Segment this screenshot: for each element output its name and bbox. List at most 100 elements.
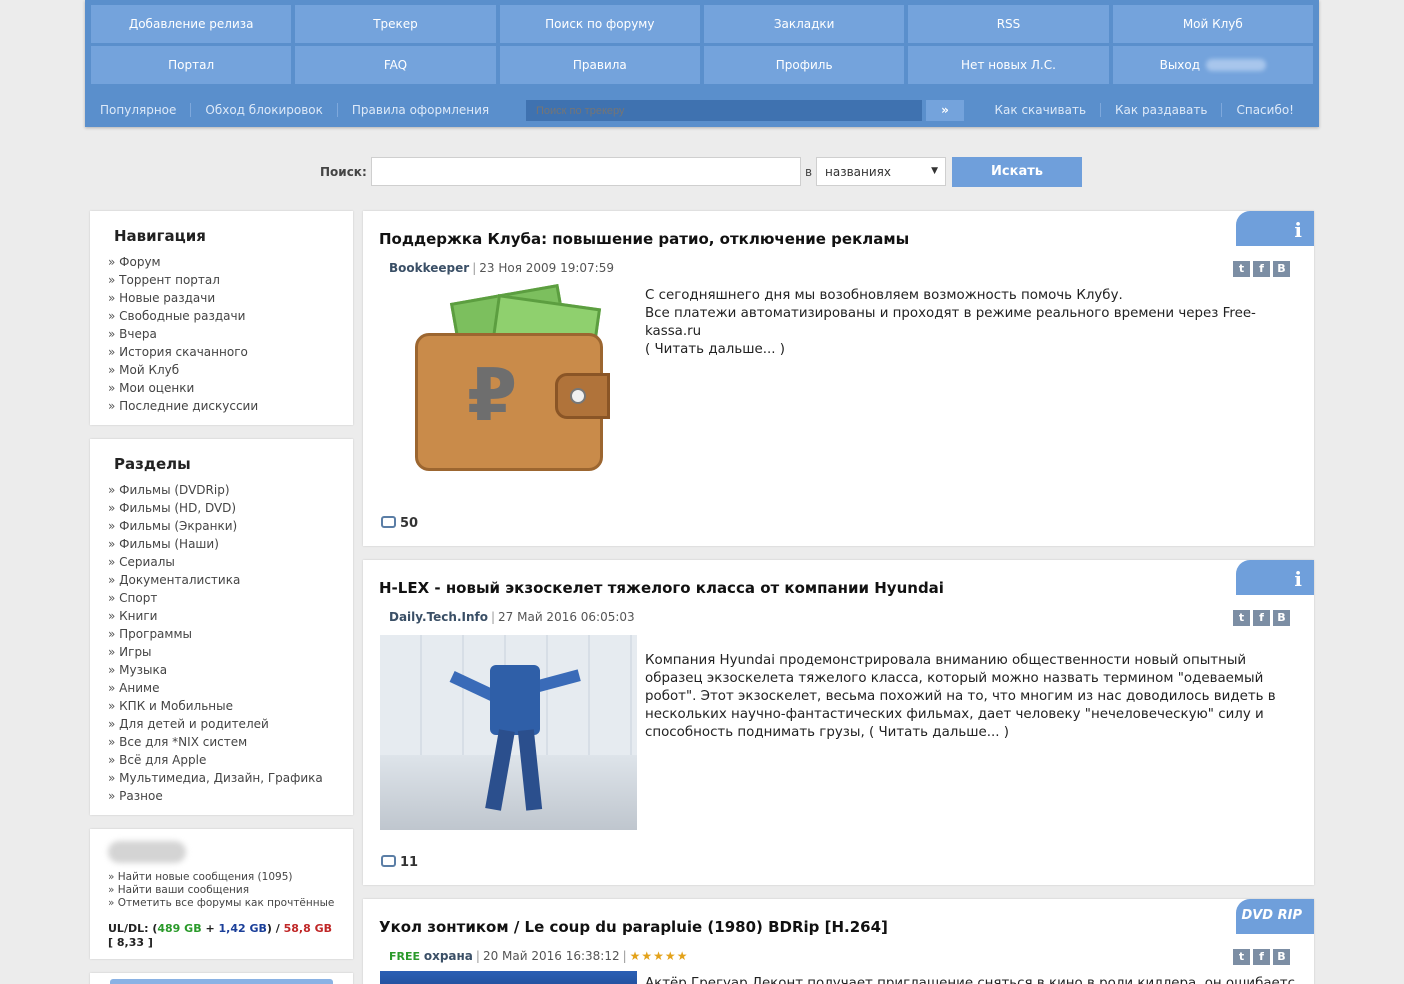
post-author[interactable]: охрана <box>424 949 473 963</box>
section-item[interactable]: КПК и Мобильные <box>108 697 353 715</box>
download-value: 58,8 GB <box>283 922 332 935</box>
username-blurred <box>108 841 186 863</box>
post-title[interactable]: Укол зонтиком / Le coup du parapluie (19… <box>379 918 888 936</box>
section-item[interactable]: Фильмы (DVDRip) <box>108 481 353 499</box>
bonus-value: 1,42 GB <box>218 922 267 935</box>
section-item[interactable]: Сериалы <box>108 553 353 571</box>
read-more-link[interactable]: Читать дальше... ) <box>878 725 1009 740</box>
section-item[interactable]: Фильмы (HD, DVD) <box>108 499 353 517</box>
menu-profile[interactable]: Профиль <box>703 46 905 84</box>
link-find-my-posts[interactable]: Найти ваши сообщения <box>108 884 334 897</box>
link-find-new-posts[interactable]: Найти новые сообщения (1095) <box>108 871 334 884</box>
post-text: С сегодняшнего дня мы возобновляем возмо… <box>645 287 1295 359</box>
facebook-icon[interactable]: f <box>1253 261 1270 277</box>
nav-item-last-discussions[interactable]: Последние дискуссии <box>108 397 353 415</box>
post-author[interactable]: Bookkeeper <box>389 261 469 275</box>
ratio-bracket-open: [ <box>108 936 114 949</box>
section-item[interactable]: Все для *NIX систем <box>108 733 353 751</box>
vkontakte-icon[interactable]: B <box>1273 261 1290 277</box>
nav-item-my-club[interactable]: Мой Клуб <box>108 361 353 379</box>
link-how-download[interactable]: Как скачивать <box>981 103 1101 117</box>
meta-separator: | <box>490 610 496 624</box>
info-icon: i <box>1294 567 1302 591</box>
link-thanks[interactable]: Спасибо! <box>1221 103 1308 117</box>
twitter-icon[interactable]: t <box>1233 261 1250 277</box>
comment-bubble-icon <box>381 855 396 867</box>
post-date: 20 Май 2016 16:38:12 <box>482 949 620 963</box>
facebook-icon[interactable]: f <box>1253 949 1270 965</box>
clasp-button-shape <box>570 388 586 404</box>
post-meta: FREE охрана | 20 Май 2016 16:38:12 | ★★★★★ <box>389 949 688 963</box>
nav-item-download-history[interactable]: История скачанного <box>108 343 353 361</box>
section-item[interactable]: Программы <box>108 625 353 643</box>
menu-messages[interactable]: Нет новых Л.С. <box>908 46 1109 84</box>
nav-item-my-ratings[interactable]: Мои оценки <box>108 379 353 397</box>
section-item[interactable]: Игры <box>108 643 353 661</box>
sub-bar: Популярное Обход блокировок Правила офор… <box>85 94 1319 127</box>
sub-links-right: Как скачивать Как раздавать Спасибо! <box>981 103 1308 117</box>
link-bypass-blocks[interactable]: Обход блокировок <box>190 103 336 117</box>
wallet-clasp <box>555 373 610 419</box>
twitter-icon[interactable]: t <box>1233 949 1250 965</box>
post-title[interactable]: H-LEX - новый экзоскелет тяжелого класса… <box>379 579 944 597</box>
ratio-value: 8,33 <box>116 936 145 949</box>
post-meta: Daily.Tech.Info | 27 Май 2016 06:05:03 <box>389 610 635 624</box>
menu-rules[interactable]: Правила <box>499 46 700 84</box>
vkontakte-icon[interactable]: B <box>1273 949 1290 965</box>
section-item[interactable]: Документалистика <box>108 571 353 589</box>
menu-add-release[interactable]: Добавление релиза <box>91 5 292 43</box>
section-item[interactable]: Для детей и родителей <box>108 715 353 733</box>
search-scope-select[interactable]: названиях ▼ <box>816 157 946 186</box>
nav-item-torrent-portal[interactable]: Торрент портал <box>108 271 353 289</box>
read-more-link[interactable]: ( Читать дальше... ) <box>645 341 1295 359</box>
link-how-seed[interactable]: Как раздавать <box>1100 103 1221 117</box>
comment-count[interactable]: 50 <box>381 516 418 531</box>
bottom-box <box>90 973 353 984</box>
section-item[interactable]: Фильмы (Наши) <box>108 535 353 553</box>
share-buttons: t f B <box>1233 610 1290 626</box>
link-mark-all-read[interactable]: Отметить все форумы как прочтённые <box>108 897 335 910</box>
nav-item-new-releases[interactable]: Новые раздачи <box>108 289 353 307</box>
section-item[interactable]: Фильмы (Экранки) <box>108 517 353 535</box>
sub-links-left: Популярное Обход блокировок Правила офор… <box>86 103 503 117</box>
bottom-bar[interactable] <box>110 979 333 984</box>
movie-cover-image <box>380 971 637 984</box>
section-item[interactable]: Аниме <box>108 679 353 697</box>
menu-my-club[interactable]: Мой Клуб <box>1112 5 1313 43</box>
post-author[interactable]: Daily.Tech.Info <box>389 610 488 624</box>
section-item[interactable]: Книги <box>108 607 353 625</box>
nav-item-yesterday[interactable]: Вчера <box>108 325 353 343</box>
rating-stars: ★★★★★ <box>629 949 689 963</box>
section-item[interactable]: Музыка <box>108 661 353 679</box>
wallet-image: ₽ <box>415 283 610 473</box>
menu-faq[interactable]: FAQ <box>295 46 496 84</box>
comment-count[interactable]: 11 <box>381 855 418 870</box>
top-menu: Добавление релиза Трекер Поиск по форуму… <box>85 0 1319 127</box>
section-item[interactable]: Спорт <box>108 589 353 607</box>
tracker-search-go-button[interactable]: » <box>926 100 964 121</box>
search-input[interactable] <box>371 157 801 186</box>
menu-bookmarks[interactable]: Закладки <box>703 5 905 43</box>
menu-logout[interactable]: Выход <box>1112 46 1313 84</box>
nav-item-forum[interactable]: Форум <box>108 253 353 271</box>
section-item[interactable]: Разное <box>108 787 353 805</box>
menu-forum-search[interactable]: Поиск по форуму <box>499 5 700 43</box>
post-title[interactable]: Поддержка Клуба: повышение ратио, отключ… <box>379 230 909 248</box>
post-text: Актёр Грегуар Леконт получает приглашени… <box>645 976 1295 984</box>
menu-tracker[interactable]: Трекер <box>295 5 496 43</box>
menu-portal[interactable]: Портал <box>91 46 292 84</box>
facebook-icon[interactable]: f <box>1253 610 1270 626</box>
nav-item-free-releases[interactable]: Свободные раздачи <box>108 307 353 325</box>
link-popular[interactable]: Популярное <box>86 103 190 117</box>
section-item[interactable]: Мультимедиа, Дизайн, Графика <box>108 769 353 787</box>
post-date: 27 Май 2016 06:05:03 <box>498 610 635 624</box>
meta-separator: | <box>622 949 627 963</box>
vkontakte-icon[interactable]: B <box>1273 610 1290 626</box>
search-button[interactable]: Искать <box>952 157 1082 187</box>
tracker-search-input[interactable] <box>526 100 922 121</box>
link-format-rules[interactable]: Правила оформления <box>336 103 503 117</box>
section-item[interactable]: Всё для Apple <box>108 751 353 769</box>
post-text: Компания Hyundai продемонстрировала вним… <box>645 652 1295 742</box>
twitter-icon[interactable]: t <box>1233 610 1250 626</box>
menu-rss[interactable]: RSS <box>908 5 1109 43</box>
